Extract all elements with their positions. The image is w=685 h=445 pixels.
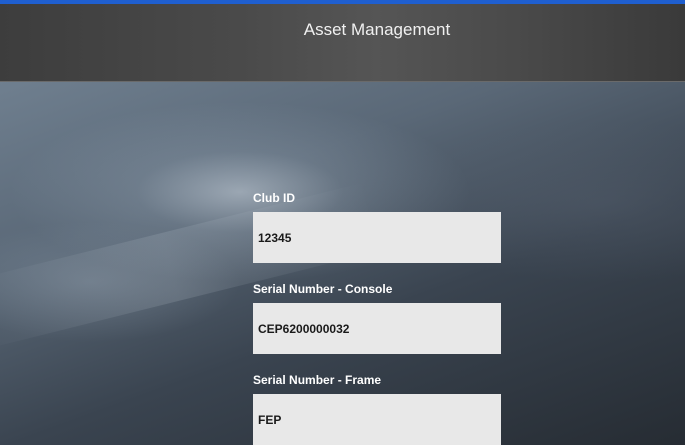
club-id-label: Club ID (253, 191, 295, 205)
asset-form: Club ID Serial Number - Console Serial N… (253, 190, 501, 445)
serial-console-label: Serial Number - Console (253, 282, 393, 296)
asset-management-screen: Asset Management Club ID Serial Number -… (0, 0, 685, 445)
serial-frame-label: Serial Number - Frame (253, 373, 382, 387)
serial-frame-input[interactable] (253, 394, 501, 445)
page-title: Asset Management (303, 20, 451, 39)
app-header: Asset Management (0, 4, 685, 82)
club-id-input[interactable] (253, 212, 501, 263)
serial-console-input[interactable] (253, 303, 501, 354)
